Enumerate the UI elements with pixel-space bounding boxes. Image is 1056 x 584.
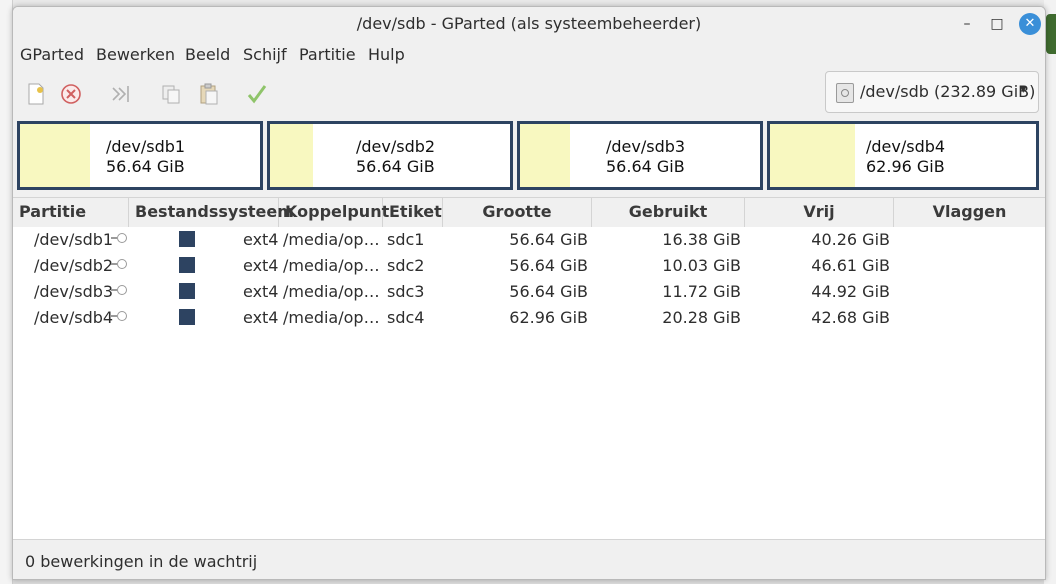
table-row[interactable]: /dev/sdb4 ext4 /media/op… sdc4 62.96 GiB…: [13, 305, 1045, 331]
toolbar: /dev/sdb (232.89 GiB) ▾: [13, 69, 1045, 122]
column-gebruikt[interactable]: Gebruikt: [592, 198, 745, 227]
label-cell: sdc2: [387, 256, 425, 275]
partition-cell: /dev/sdb3: [34, 282, 114, 301]
title-bar[interactable]: /dev/sdb - GParted (als systeembeheerder…: [13, 7, 1045, 41]
gparted-window: /dev/sdb - GParted (als systeembeheerder…: [12, 6, 1046, 580]
partition-cell: /dev/sdb2: [34, 256, 114, 275]
label-cell: sdc3: [387, 282, 425, 301]
column-grootte[interactable]: Grootte: [443, 198, 592, 227]
disk-icon: [836, 83, 854, 103]
filesystem-cell: ext4: [243, 256, 279, 275]
table-row[interactable]: /dev/sdb2 ext4 /media/op… sdc2 56.64 GiB…: [13, 253, 1045, 279]
window-title: /dev/sdb - GParted (als systeembeheerder…: [356, 14, 702, 33]
pending-operations-status: 0 bewerkingen in de wachtrij: [25, 552, 258, 571]
filesystem-color-swatch: [179, 257, 195, 273]
filesystem-cell: ext4: [243, 308, 279, 327]
mounted-key-icon: [111, 285, 127, 295]
used-cell: 16.38 GiB: [662, 230, 741, 249]
filesystem-cell: ext4: [243, 282, 279, 301]
partition-size: 62.96 GiB: [866, 157, 945, 176]
partition-cell: /dev/sdb4: [34, 308, 114, 327]
mountpoint-cell: /media/op…: [283, 230, 380, 249]
close-button[interactable]: ✕: [1019, 13, 1041, 35]
partition-table: /dev/sdb1 ext4 /media/op… sdc1 56.64 GiB…: [13, 227, 1045, 539]
chevron-down-icon: ▾: [1020, 82, 1027, 97]
free-cell: 46.61 GiB: [811, 256, 890, 275]
mountpoint-cell: /media/op…: [283, 308, 380, 327]
used-fill: [770, 124, 855, 187]
used-fill: [20, 124, 90, 187]
resize-move-icon[interactable]: [109, 82, 133, 106]
partition-size: 56.64 GiB: [356, 157, 435, 176]
column-vlaggen[interactable]: Vlaggen: [894, 198, 1045, 227]
device-label: /dev/sdb (232.89 GiB): [860, 82, 1036, 101]
mountpoint-cell: /media/op…: [283, 256, 380, 275]
partition-block-sdb3[interactable]: /dev/sdb3 56.64 GiB: [517, 121, 763, 190]
menu-bar: GParted Bewerken Beeld Schijf Partitie H…: [13, 41, 1045, 69]
mounted-key-icon: [111, 233, 127, 243]
partition-size: 56.64 GiB: [606, 157, 685, 176]
menu-hulp[interactable]: Hulp: [368, 45, 405, 64]
mounted-key-icon: [111, 259, 127, 269]
used-fill: [520, 124, 570, 187]
partition-size: 56.64 GiB: [106, 157, 185, 176]
size-cell: 56.64 GiB: [509, 282, 588, 301]
device-selector[interactable]: /dev/sdb (232.89 GiB) ▾: [825, 71, 1039, 113]
table-row[interactable]: /dev/sdb1 ext4 /media/op… sdc1 56.64 GiB…: [13, 227, 1045, 253]
menu-schijf[interactable]: Schijf: [243, 45, 287, 64]
used-cell: 20.28 GiB: [662, 308, 741, 327]
mountpoint-cell: /media/op…: [283, 282, 380, 301]
maximize-button[interactable]: □: [987, 14, 1007, 34]
copy-icon[interactable]: [159, 82, 183, 106]
minimize-button[interactable]: –: [957, 14, 977, 34]
used-cell: 10.03 GiB: [662, 256, 741, 275]
partition-cell: /dev/sdb1: [34, 230, 114, 249]
free-cell: 42.68 GiB: [811, 308, 890, 327]
column-koppelpunt[interactable]: Koppelpunt: [279, 198, 389, 227]
partition-block-sdb4[interactable]: /dev/sdb4 62.96 GiB: [767, 121, 1039, 190]
partition-block-sdb2[interactable]: /dev/sdb2 56.64 GiB: [267, 121, 513, 190]
filesystem-color-swatch: [179, 231, 195, 247]
label-cell: sdc1: [387, 230, 425, 249]
column-etiket[interactable]: Etiket: [383, 198, 443, 227]
filesystem-cell: ext4: [243, 230, 279, 249]
size-cell: 56.64 GiB: [509, 256, 588, 275]
partition-name: /dev/sdb3: [606, 137, 686, 156]
column-vrij[interactable]: Vrij: [745, 198, 894, 227]
delete-icon[interactable]: [59, 82, 83, 106]
menu-beeld[interactable]: Beeld: [185, 45, 230, 64]
used-cell: 11.72 GiB: [662, 282, 741, 301]
new-icon[interactable]: [24, 82, 48, 106]
partition-name: /dev/sdb2: [356, 137, 436, 156]
status-bar: 0 bewerkingen in de wachtrij: [13, 539, 1045, 579]
menu-bewerken[interactable]: Bewerken: [96, 45, 175, 64]
partition-name: /dev/sdb1: [106, 137, 186, 156]
apply-icon[interactable]: [245, 82, 269, 106]
used-fill: [270, 124, 313, 187]
free-cell: 40.26 GiB: [811, 230, 890, 249]
menu-partitie[interactable]: Partitie: [299, 45, 356, 64]
menu-gparted[interactable]: GParted: [20, 45, 84, 64]
partition-name: /dev/sdb4: [866, 137, 946, 156]
filesystem-color-swatch: [179, 309, 195, 325]
label-cell: sdc4: [387, 308, 425, 327]
partition-block-sdb1[interactable]: /dev/sdb1 56.64 GiB: [17, 121, 263, 190]
paste-icon[interactable]: [197, 82, 221, 106]
column-partitie[interactable]: Partitie: [13, 198, 129, 227]
free-cell: 44.92 GiB: [811, 282, 890, 301]
partition-map: /dev/sdb1 56.64 GiB /dev/sdb2 56.64 GiB …: [13, 121, 1045, 197]
table-row[interactable]: /dev/sdb3 ext4 /media/op… sdc3 56.64 GiB…: [13, 279, 1045, 305]
size-cell: 56.64 GiB: [509, 230, 588, 249]
table-header: Partitie Bestandssysteem Koppelpunt Etik…: [13, 197, 1045, 228]
size-cell: 62.96 GiB: [509, 308, 588, 327]
filesystem-color-swatch: [179, 283, 195, 299]
column-bestandssysteem[interactable]: Bestandssysteem: [129, 198, 294, 227]
mounted-key-icon: [111, 311, 127, 321]
